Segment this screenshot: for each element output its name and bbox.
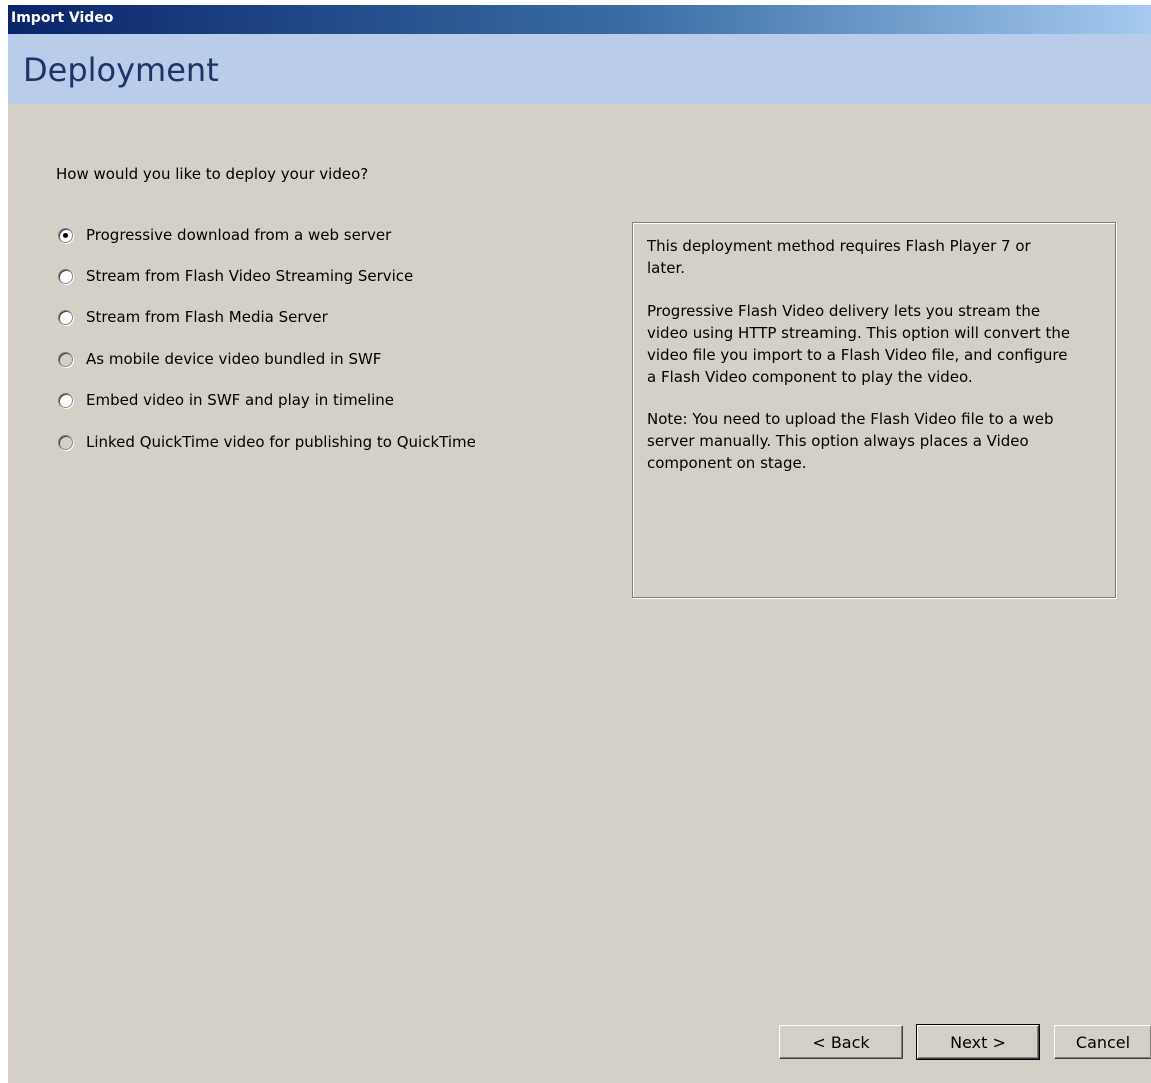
radio-linked-quicktime (58, 434, 73, 450)
title-bar[interactable]: Import Video (8, 5, 1151, 34)
radio-embed-in-swf[interactable] (58, 392, 73, 408)
next-button[interactable]: Next > (916, 1024, 1040, 1060)
option-label: Stream from Flash Media Server (86, 308, 328, 326)
description-note: Note: You need to upload the Flash Video… (647, 410, 1054, 472)
radio-flash-media-server[interactable] (58, 309, 73, 325)
option-linked-quicktime: Linked QuickTime video for publishing to… (58, 431, 476, 453)
radio-mobile-device-swf (58, 351, 73, 367)
description-requirements: This deployment method requires Flash Pl… (647, 237, 1031, 277)
option-embed-in-swf[interactable]: Embed video in SWF and play in timeline (58, 389, 394, 411)
radio-progressive-download[interactable] (58, 227, 73, 243)
page-title: Deployment (23, 51, 219, 89)
option-mobile-device-swf: As mobile device video bundled in SWF (58, 348, 381, 370)
cancel-button[interactable]: Cancel (1054, 1025, 1151, 1059)
option-flash-media-server[interactable]: Stream from Flash Media Server (58, 306, 328, 328)
deploy-question: How would you like to deploy your video? (56, 165, 369, 183)
option-label: As mobile device video bundled in SWF (86, 350, 382, 368)
header-banner: Deployment (8, 34, 1151, 104)
description-details: Progressive Flash Video delivery lets yo… (647, 302, 1071, 386)
description-panel: This deployment method requires Flash Pl… (632, 222, 1116, 598)
option-label: Linked QuickTime video for publishing to… (86, 433, 476, 451)
radio-flash-video-streaming-service[interactable] (58, 268, 73, 284)
radio-selected-dot (63, 232, 68, 238)
option-flash-video-streaming-service[interactable]: Stream from Flash Video Streaming Servic… (58, 265, 413, 287)
option-label: Progressive download from a web server (86, 226, 392, 244)
option-progressive-download[interactable]: Progressive download from a web server (58, 224, 391, 246)
import-video-dialog: Import Video Deployment How would you li… (8, 5, 1151, 1083)
option-label: Embed video in SWF and play in timeline (86, 391, 394, 409)
option-label: Stream from Flash Video Streaming Servic… (86, 267, 414, 285)
back-button[interactable]: < Back (779, 1025, 903, 1059)
window-title: Import Video (11, 10, 114, 26)
